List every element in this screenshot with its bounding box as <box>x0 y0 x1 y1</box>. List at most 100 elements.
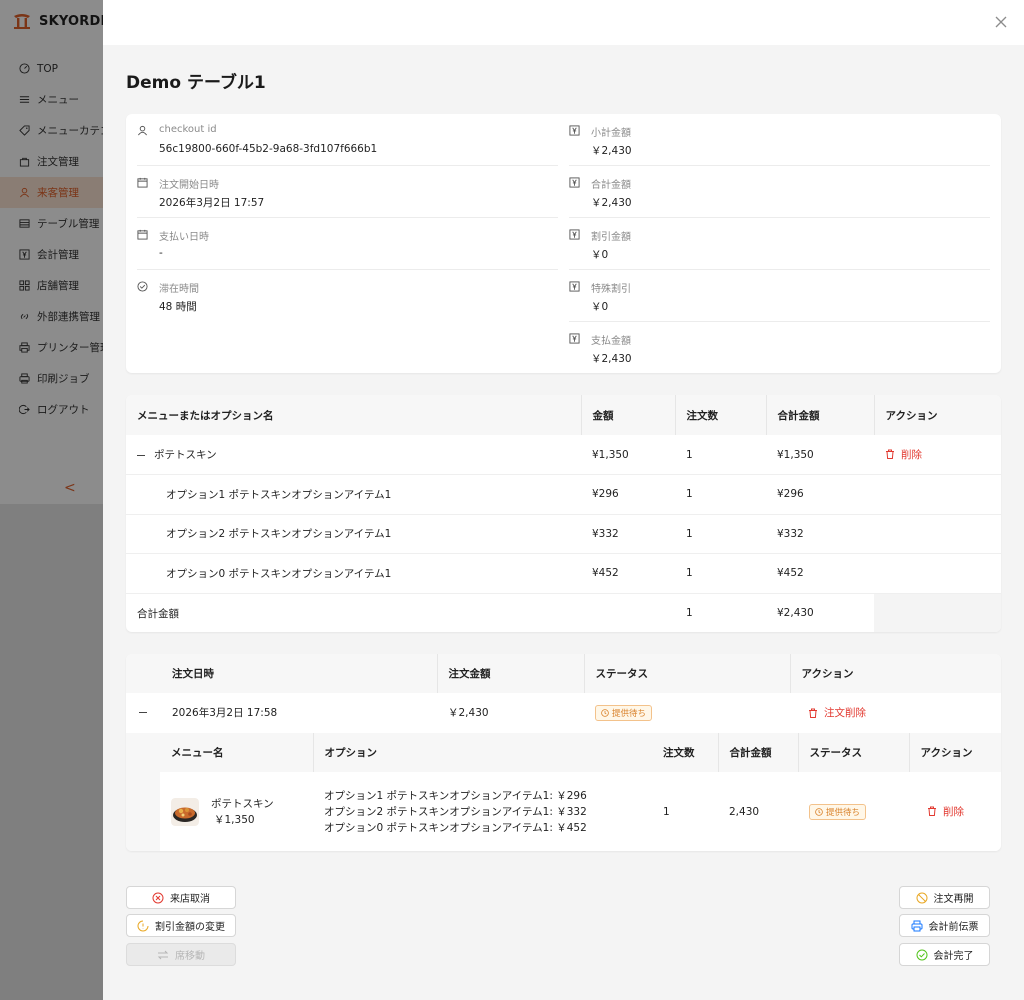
info-label: 合計金額 <box>591 180 631 191</box>
price-cell: ¥1,350 <box>581 435 675 475</box>
info-label: 滞在時間 <box>159 284 199 295</box>
column-header: メニュー名 <box>160 733 313 772</box>
info-label: 注文開始日時 <box>159 180 219 191</box>
change-discount-button[interactable]: 割引金額の変更 <box>126 914 236 937</box>
total-cell: ¥2,430 <box>777 607 814 619</box>
column-header: 注文数 <box>652 733 718 772</box>
page-title: Demo テーブル1 <box>126 73 266 93</box>
order-items-subtable: メニュー名 オプション 注文数 合計金額 ステータス アクション ポテトスキン … <box>160 733 1001 851</box>
modal-overlay-lower[interactable] <box>0 504 103 1000</box>
qty-cell: 1 <box>675 435 766 475</box>
delete-button[interactable]: 削除 <box>885 447 922 462</box>
table-row: 2026年3月2日 17:58 ￥2,430 提供待ち 注文削除 <box>126 693 1001 734</box>
cancel-visit-button[interactable]: 来店取消 <box>126 886 236 909</box>
button-label: 会計前伝票 <box>928 922 979 933</box>
total-cell: ¥452 <box>766 553 874 594</box>
table-row: オプション0 ポテトスキンオプションアイテム1 ¥452 1 ¥452 <box>126 553 1001 594</box>
info-value: ￥2,430 <box>591 197 632 209</box>
menu-name: ポテトスキン <box>211 797 274 810</box>
button-label: 注文再開 <box>933 894 974 905</box>
calendar-icon <box>137 177 148 188</box>
column-header: ステータス <box>583 654 790 693</box>
info-row-special-discount: 特殊割引 ￥0 <box>569 270 990 322</box>
button-label: 会計完了 <box>933 951 974 962</box>
total-cell: 2,430 <box>729 805 760 818</box>
yen-icon <box>569 333 580 344</box>
option-line: オプション1 ポテトスキンオプションアイテム1: ￥296 <box>324 789 587 802</box>
info-row-paid-amount: 支払金額 ￥2,430 <box>569 322 990 374</box>
modal-overlay[interactable] <box>0 0 103 504</box>
info-row-discount: 割引金額 ￥0 <box>569 218 990 270</box>
delete-order-button[interactable]: 注文削除 <box>808 705 866 720</box>
info-row-total: 合計金額 ￥2,430 <box>569 166 990 218</box>
complete-checkout-button[interactable]: 会計完了 <box>899 943 990 966</box>
table-row: オプション1 ポテトスキンオプションアイテム1 ¥296 1 ¥296 <box>126 474 1001 515</box>
column-header: 注文数 <box>674 395 766 435</box>
info-row-checkout-id: checkout id 56c19800-660f-45b2-9a68-3fd1… <box>137 114 558 166</box>
table-row: ポテトスキン ¥1,350 1 ¥1,350 削除 <box>126 435 1001 475</box>
check-circle-icon <box>916 949 927 960</box>
yen-icon <box>569 281 580 292</box>
pre-checkout-slip-button[interactable]: 会計前伝票 <box>899 914 990 937</box>
column-header: 金額 <box>580 395 675 435</box>
table-row: ポテトスキン ￥1,350 オプション1 ポテトスキンオプションアイテム1: ￥… <box>160 772 1001 851</box>
orders-table: 注文日時 注文金額 ステータス アクション 2026年3月2日 17:58 ￥2… <box>126 654 1001 851</box>
qty-cell: 1 <box>675 553 766 594</box>
column-header: 合計金額 <box>717 733 798 772</box>
info-value: ￥2,430 <box>591 145 632 157</box>
clock-icon <box>601 708 609 717</box>
menu-price: ￥1,350 <box>214 813 255 826</box>
info-value: 56c19800-660f-45b2-9a68-3fd107f666b1 <box>159 143 378 155</box>
button-label: 割引金額の変更 <box>155 922 225 933</box>
option-line: オプション2 ポテトスキンオプションアイテム1: ￥332 <box>324 805 587 818</box>
column-header: 注文金額 <box>436 654 584 693</box>
info-row-order-start: 注文開始日時 2026年3月2日 17:57 <box>137 166 558 218</box>
close-icon[interactable] <box>994 15 1008 29</box>
delete-item-button[interactable]: 削除 <box>927 804 964 819</box>
total-cell: ¥332 <box>766 514 874 554</box>
table-header-row: 注文日時 注文金額 ステータス アクション <box>126 654 1001 693</box>
collapse-row-button[interactable] <box>139 712 147 714</box>
menu-name: ポテトスキン <box>154 449 217 461</box>
status-badge: 提供待ち <box>809 803 867 820</box>
qty-cell: 1 <box>686 607 693 619</box>
info-label: 小計金額 <box>591 128 631 139</box>
drawer-header <box>103 0 1024 45</box>
collapse-row-button[interactable] <box>137 454 145 456</box>
info-value: - <box>159 247 163 259</box>
table-header-row: メニューまたはオプション名 金額 注文数 合計金額 アクション <box>126 395 1001 435</box>
discount-icon <box>137 920 149 931</box>
info-label: 支払い日時 <box>159 232 209 243</box>
order-amount: ￥2,430 <box>437 693 584 734</box>
info-label: checkout id <box>159 124 217 135</box>
info-label: 特殊割引 <box>591 284 631 295</box>
checkout-detail-drawer: Demo テーブル1 checkout id 56c19800-660f-45b… <box>103 0 1024 1000</box>
delete-label: 削除 <box>901 448 922 461</box>
price-cell: ¥452 <box>581 553 675 594</box>
price-cell: ¥296 <box>581 474 675 515</box>
menu-items-table: メニューまたはオプション名 金額 注文数 合計金額 アクション ポテトスキン ¥… <box>126 395 1001 632</box>
order-datetime: 2026年3月2日 17:58 <box>161 693 437 734</box>
cancel-circle-icon <box>152 892 164 903</box>
clock-icon <box>815 807 823 816</box>
column-header: オプション <box>312 733 652 772</box>
option-name: オプション1 ポテトスキンオプションアイテム1 <box>126 474 581 515</box>
reopen-order-button[interactable]: 注文再開 <box>899 886 990 909</box>
column-header: アクション <box>908 733 1001 772</box>
status-text: 提供待ち <box>826 807 861 818</box>
info-value: ￥2,430 <box>591 353 632 365</box>
column-header: 注文日時 <box>161 654 437 693</box>
info-value: 2026年3月2日 17:57 <box>159 197 265 209</box>
button-label: 席移動 <box>175 951 205 962</box>
column-header: メニューまたはオプション名 <box>126 395 581 435</box>
trash-icon <box>928 806 936 817</box>
calendar-icon <box>137 229 148 240</box>
info-value: ￥0 <box>591 249 609 261</box>
info-row-subtotal: 小計金額 ￥2,430 <box>569 114 990 166</box>
price-cell: ¥332 <box>581 514 675 554</box>
info-column-left: checkout id 56c19800-660f-45b2-9a68-3fd1… <box>137 114 558 322</box>
option-line: オプション0 ポテトスキンオプションアイテム1: ￥452 <box>324 821 587 834</box>
status-text: 提供待ち <box>612 708 647 719</box>
info-value: 48 時間 <box>159 301 197 313</box>
move-seat-button[interactable]: 席移動 <box>126 943 236 966</box>
